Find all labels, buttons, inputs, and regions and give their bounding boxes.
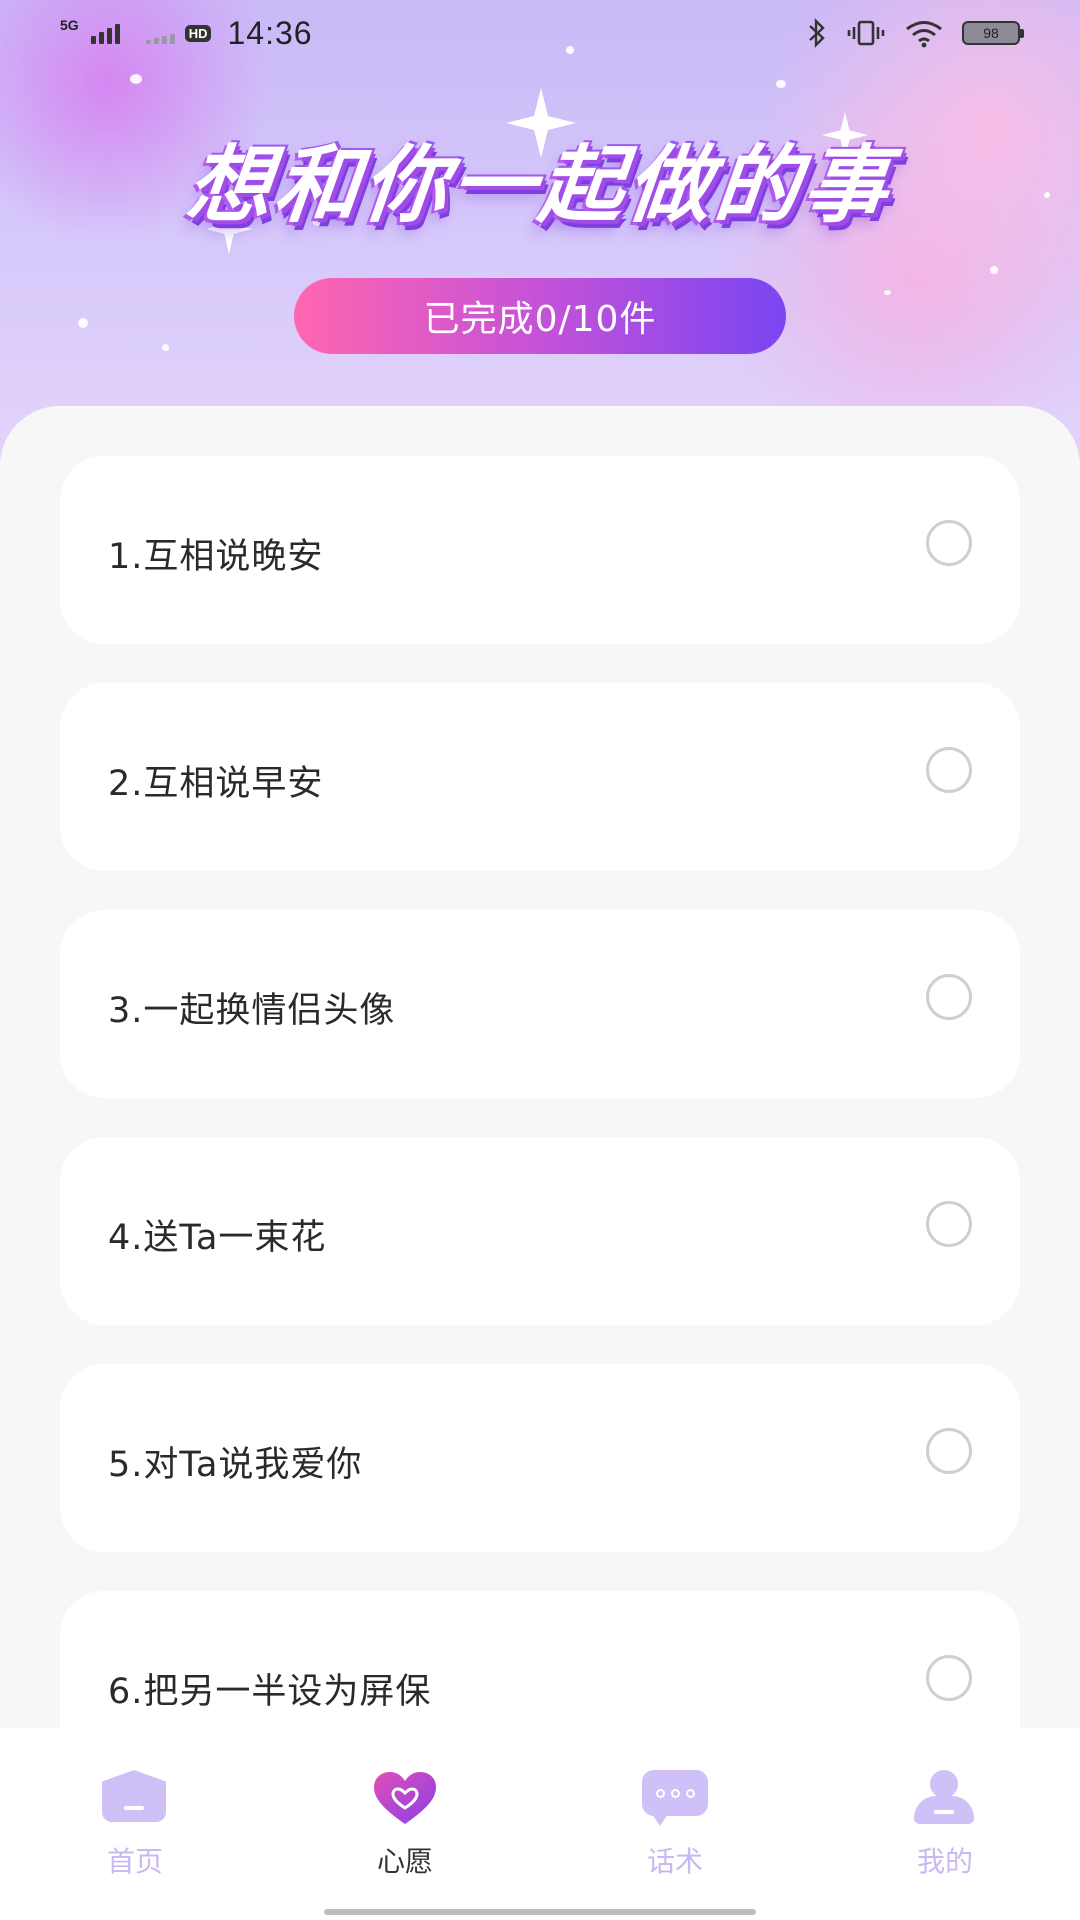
bluetooth-icon — [809, 18, 825, 48]
checkbox-circle-icon[interactable] — [926, 1428, 972, 1474]
checkbox-circle-icon[interactable] — [926, 974, 972, 1020]
nav-item-wishes[interactable]: 心愿 — [270, 1728, 540, 1920]
heart-icon — [372, 1770, 438, 1826]
clock: 14:36 — [227, 14, 313, 51]
nav-item-profile[interactable]: 我的 — [810, 1728, 1080, 1920]
battery-icon: 98 — [962, 21, 1024, 45]
nav-item-scripts[interactable]: 话术 — [540, 1728, 810, 1920]
wish-item[interactable]: 4.送Ta一束花 — [60, 1137, 1020, 1325]
checkbox-circle-icon[interactable] — [926, 1655, 972, 1701]
wish-label: 1.互相说晚安 — [108, 536, 324, 577]
checkbox-circle-icon[interactable] — [926, 1201, 972, 1247]
wish-item[interactable]: 6.把另一半设为屏保 — [60, 1591, 1020, 1728]
wifi-icon — [906, 21, 942, 48]
header-banner: 5G HD 14:36 98 想和你一起做的事 已完成0/10件 — [0, 0, 1080, 460]
sparkle-decoration — [162, 344, 169, 351]
nav-label: 首页 — [106, 1845, 163, 1878]
signal-icon — [90, 22, 120, 44]
wish-label: 6.把另一半设为屏保 — [108, 1671, 432, 1712]
home-icon — [102, 1770, 168, 1826]
nav-label: 我的 — [916, 1845, 973, 1878]
sparkle-decoration — [884, 290, 891, 295]
wish-item[interactable]: 5.对Ta说我爱你 — [60, 1364, 1020, 1552]
sparkle-decoration — [130, 74, 142, 84]
checkbox-circle-icon[interactable] — [926, 520, 972, 566]
status-bar: 5G HD 14:36 98 — [0, 0, 1080, 66]
home-indicator[interactable] — [324, 1909, 756, 1915]
chat-icon — [642, 1770, 708, 1826]
checkbox-circle-icon[interactable] — [926, 747, 972, 793]
signal-icon — [145, 22, 175, 44]
wish-item[interactable]: 2.互相说早安 — [60, 683, 1020, 871]
progress-badge: 已完成0/10件 — [294, 278, 786, 354]
network-type-label: 5G — [60, 17, 79, 33]
wish-label: 2.互相说早安 — [108, 763, 324, 804]
nav-item-home[interactable]: 首页 — [0, 1728, 270, 1920]
sparkle-decoration — [776, 80, 786, 88]
wish-label: 5.对Ta说我爱你 — [108, 1444, 363, 1485]
wish-item[interactable]: 1.互相说晚安 — [60, 456, 1020, 644]
sparkle-decoration — [990, 266, 998, 274]
progress-text: 已完成0/10件 — [423, 299, 657, 340]
wish-label: 3.一起换情侣头像 — [108, 990, 396, 1031]
wish-item[interactable]: 3.一起换情侣头像 — [60, 910, 1020, 1098]
sparkle-decoration — [78, 318, 88, 328]
page-title: 想和你一起做的事 — [182, 136, 897, 234]
user-icon — [912, 1770, 978, 1826]
wish-label: 4.送Ta一束花 — [108, 1217, 327, 1258]
bottom-nav: 首页 心愿 话术 我的 — [0, 1728, 1080, 1920]
battery-level: 98 — [983, 25, 999, 41]
nav-label: 心愿 — [376, 1845, 433, 1878]
vibrate-icon — [847, 20, 885, 46]
nav-label: 话术 — [646, 1845, 703, 1878]
wish-list: 1.互相说晚安 2.互相说早安 3.一起换情侣头像 4.送Ta一束花 5.对Ta… — [0, 406, 1080, 1728]
hd-icon: HD — [184, 24, 212, 42]
